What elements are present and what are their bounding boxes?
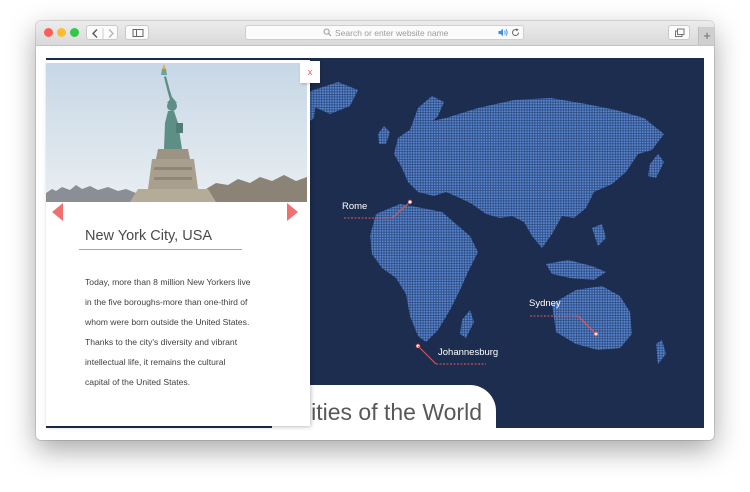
description-line: in the five boroughs-more than one-third…: [85, 297, 248, 307]
address-placeholder: Search or enter website name: [335, 28, 449, 38]
new-zealand-landmass: [656, 340, 666, 364]
browser-toolbar: Search or enter website name +: [36, 21, 714, 46]
back-forward-group: [86, 25, 118, 40]
city-label-rome[interactable]: Rome: [342, 201, 367, 212]
description-line: whom were born outside the United States…: [85, 317, 250, 327]
back-icon[interactable]: [87, 26, 103, 41]
rome-marker-icon: [407, 199, 413, 205]
japan-landmass: [648, 154, 664, 178]
description-line: Today, more than 8 million New Yorkers l…: [85, 277, 251, 287]
city-title: New York City, USA: [85, 228, 213, 244]
forward-icon[interactable]: [103, 26, 119, 41]
previous-arrow-icon[interactable]: [52, 203, 64, 221]
indonesia-landmass: [546, 260, 606, 280]
tabs-overview-icon: [675, 28, 685, 37]
philippines-landmass: [592, 224, 606, 246]
description-line: intellectual life, it remains the cultur…: [85, 357, 226, 367]
search-icon: [323, 28, 332, 37]
statue-of-liberty-image: [46, 63, 307, 202]
address-bar[interactable]: Search or enter website name: [245, 25, 524, 40]
minimize-window-button[interactable]: [57, 28, 66, 37]
city-info-panel: New York City, USA Today, more than 8 mi…: [46, 60, 310, 426]
description-line: capital of the United States.: [85, 377, 191, 387]
zoom-window-button[interactable]: [70, 28, 79, 37]
close-panel-button[interactable]: x: [300, 61, 320, 83]
audio-icon[interactable]: [498, 28, 509, 37]
city-photo: [46, 63, 307, 202]
greenland-landmass: [308, 82, 358, 114]
description-line: Thanks to the city's diversity and vibra…: [85, 337, 238, 347]
browser-window: Search or enter website name + Rome Sydn…: [36, 21, 714, 440]
city-label-sydney[interactable]: Sydney: [529, 298, 561, 309]
sidebar-icon: [132, 29, 144, 37]
city-title-divider: [79, 249, 242, 250]
johannesburg-connector-diagonal: [417, 345, 437, 365]
tabs-overview-button[interactable]: [668, 25, 690, 40]
next-arrow-icon[interactable]: [286, 203, 298, 221]
africa-landmass: [370, 204, 478, 342]
close-window-button[interactable]: [44, 28, 53, 37]
page-title: Cities of the World: [294, 399, 482, 425]
city-description: Today, more than 8 million New Yorkers l…: [85, 272, 281, 392]
sydney-marker-icon: [593, 331, 599, 337]
city-label-johannesburg[interactable]: Johannesburg: [438, 347, 498, 358]
australia-landmass: [552, 286, 632, 350]
new-tab-button[interactable]: +: [698, 27, 714, 45]
web-page: Rome Sydney Johannesburg Cities of the W…: [36, 46, 714, 440]
sidebar-toggle-button[interactable]: [125, 25, 149, 40]
uk-landmass: [378, 126, 390, 144]
reload-icon[interactable]: [511, 28, 520, 37]
madagascar-landmass: [460, 310, 474, 338]
